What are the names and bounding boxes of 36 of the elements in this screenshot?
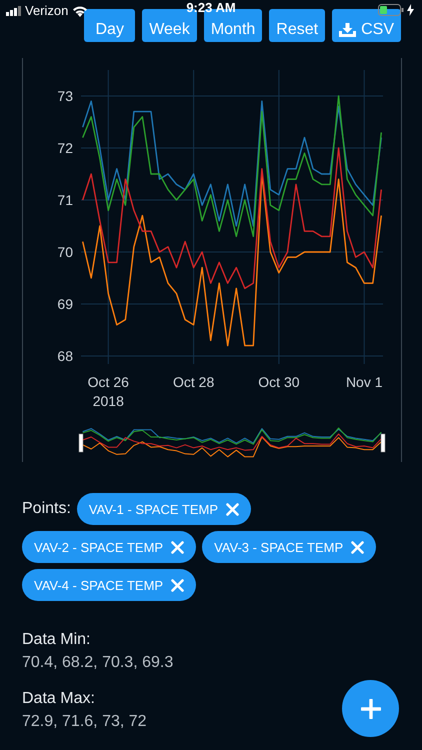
- close-icon[interactable]: [171, 578, 184, 592]
- stat-value: 70.4, 68.2, 70.3, 69.3: [22, 654, 174, 672]
- axis-label: 2018: [92, 393, 124, 409]
- axis-label: Nov 1: [346, 374, 383, 390]
- point-chip[interactable]: VAV-1 - SPACE TEMP: [76, 493, 251, 525]
- axis-label: Oct 26: [88, 374, 129, 390]
- axis-label: 73: [57, 88, 73, 104]
- range-button[interactable]: Reset: [269, 9, 326, 42]
- stat-label: Data Max:: [22, 690, 96, 708]
- point-chip[interactable]: VAV-3 - SPACE TEMP: [202, 531, 376, 563]
- axis-label: Oct 30: [258, 374, 300, 390]
- stat-value: 72.9, 71.6, 73, 72: [22, 713, 148, 731]
- battery-icon: [378, 4, 404, 16]
- charging-icon: [407, 4, 414, 16]
- close-icon[interactable]: [226, 502, 239, 516]
- axis-label: Oct 28: [172, 374, 214, 390]
- axis-label: 68: [57, 348, 73, 364]
- close-icon[interactable]: [171, 540, 184, 554]
- stat-label: Data Min:: [22, 631, 92, 649]
- point-chip[interactable]: VAV-2 - SPACE TEMP: [22, 531, 196, 563]
- plus-icon: [360, 698, 380, 718]
- point-chip[interactable]: VAV-4 - SPACE TEMP: [22, 569, 196, 601]
- axis-label: 71: [57, 192, 73, 208]
- points-label: Points:: [22, 500, 71, 518]
- range-handle[interactable]: [380, 434, 386, 452]
- csv-download-button[interactable]: CSV: [332, 9, 401, 42]
- axis-label: 72: [57, 140, 73, 156]
- axis-label: 69: [57, 296, 73, 312]
- download-icon: [339, 22, 356, 36]
- range-handle[interactable]: [78, 434, 84, 452]
- range-button[interactable]: Day: [84, 9, 136, 42]
- wifi-icon: [72, 4, 88, 16]
- close-icon[interactable]: [351, 540, 364, 554]
- signal-icon: [6, 6, 21, 16]
- axis-label: 70: [57, 244, 73, 260]
- carrier-name: Verizon: [25, 3, 68, 18]
